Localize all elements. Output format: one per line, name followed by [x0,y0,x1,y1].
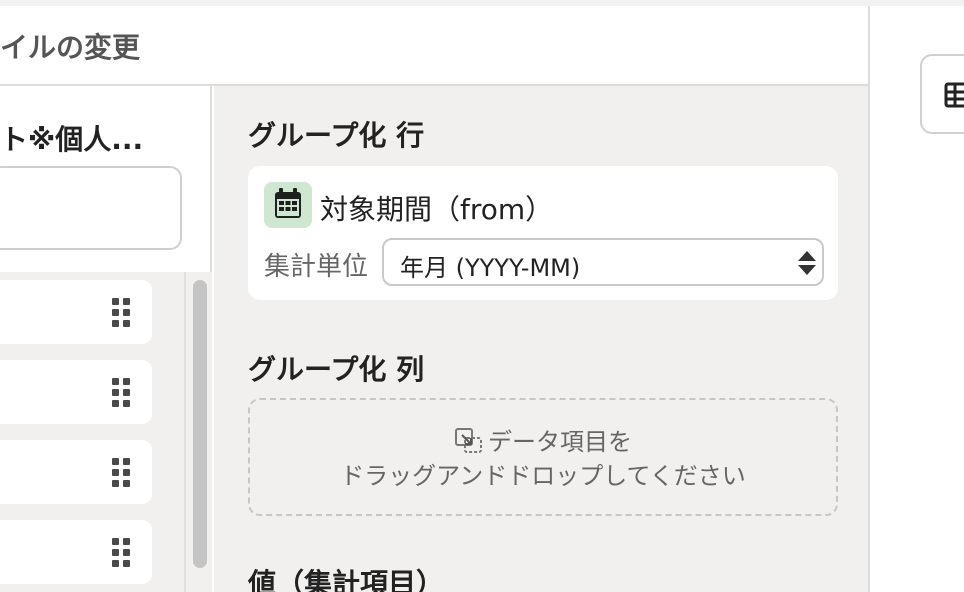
list-item[interactable] [0,280,152,344]
drag-handle-icon[interactable] [112,538,134,568]
unit-label: 集計単位 [264,252,369,282]
group-rows-title: グループ化 行 [248,119,425,152]
pivot-settings-panel: イルの変更 ト※個人... グループ化 行 対象期間（from） 集計単位 年月… [0,6,870,592]
unit-select-value: 年月 (YYYY-MM) [400,254,581,282]
list-item[interactable] [0,360,152,424]
column-drop-zone[interactable]: データ項目を ドラッグアンドドロップしてください [248,398,838,516]
group-cols-title: グループ化 列 [248,353,425,386]
drag-handle-icon[interactable] [112,298,134,328]
values-title: 値（集計項目） [248,567,445,592]
data-items-column: ト※個人... [0,86,212,592]
table-view-button[interactable] [920,54,964,134]
drop-hint-line2: ドラッグアンドドロップしてください [340,462,746,490]
drag-handle-icon[interactable] [112,458,134,488]
unit-select[interactable]: 年月 (YYYY-MM) [382,238,824,286]
pivot-config-column: グループ化 行 対象期間（from） 集計単位 年月 (YYYY-MM) グルー… [214,86,868,592]
drop-hint-line1: データ項目を [488,428,632,456]
data-item-list [0,272,212,592]
row-field-card[interactable]: 対象期間（from） 集計単位 年月 (YYYY-MM) [248,166,838,300]
list-item[interactable] [0,440,152,504]
list-divider [184,272,186,592]
calendar-icon [264,182,312,228]
select-arrows-icon [798,251,816,275]
drag-handle-icon[interactable] [112,378,134,408]
data-source-heading: ト※個人... [0,123,144,156]
side-panel [872,6,964,592]
list-item[interactable] [0,520,152,584]
search-input[interactable] [0,166,182,250]
panel-title: イルの変更 [0,31,141,64]
panel-header: イルの変更 [0,6,868,86]
row-field-name: 対象期間（from） [320,193,554,226]
scrollbar[interactable] [193,280,207,568]
table-icon [944,82,964,108]
drag-drop-icon [455,428,482,453]
